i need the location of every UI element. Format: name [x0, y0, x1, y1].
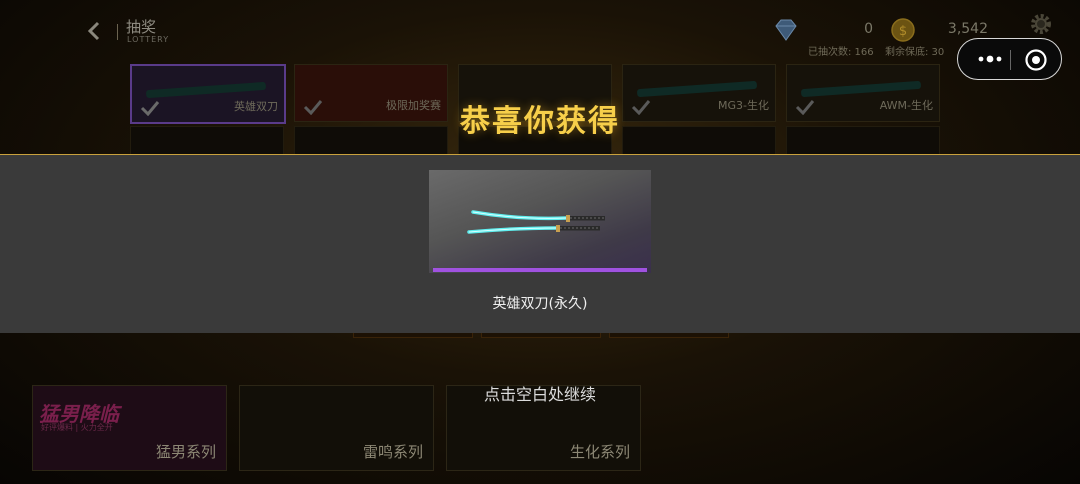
- miniprogram-capsule: [957, 38, 1062, 80]
- dual-blades-image: [467, 210, 605, 234]
- gold-coin-icon: $: [891, 18, 915, 42]
- continue-hint[interactable]: 点击空白处继续: [0, 381, 1080, 405]
- diamond-amount: 0: [864, 21, 873, 37]
- series-label: 猛男系列: [155, 443, 216, 461]
- back-chevron-icon[interactable]: [84, 20, 106, 42]
- congrats-title: 恭喜你获得: [460, 104, 620, 139]
- gold-amount: 3,542: [947, 21, 988, 37]
- guarantee-count: 剩余保底: 30: [885, 47, 945, 58]
- reward-item-name: 英雄双刀(永久): [492, 296, 588, 312]
- more-dots-icon[interactable]: [975, 52, 1005, 66]
- diamond-icon: [775, 19, 797, 41]
- series-label: 雷鸣系列: [362, 443, 423, 461]
- diamond-currency: 0: [773, 17, 873, 43]
- svg-text:$: $: [899, 24, 907, 39]
- rarity-bar: [433, 268, 647, 272]
- close-target-icon[interactable]: [1024, 48, 1048, 72]
- series-logo-subtext: 好评爆料 | 火力全开: [41, 423, 113, 432]
- page-title: 抽奖: [126, 18, 157, 36]
- gear-icon[interactable]: [1029, 12, 1053, 36]
- series-label: 生化系列: [569, 443, 630, 461]
- draw-count: 已抽次数: 166: [808, 47, 874, 58]
- capsule-divider: [1010, 50, 1011, 70]
- title-separator: [117, 24, 118, 40]
- prize-weapon-image: [800, 80, 922, 98]
- prize-weapon-image: [636, 80, 758, 98]
- page-subtitle: LOTTERY: [127, 35, 170, 44]
